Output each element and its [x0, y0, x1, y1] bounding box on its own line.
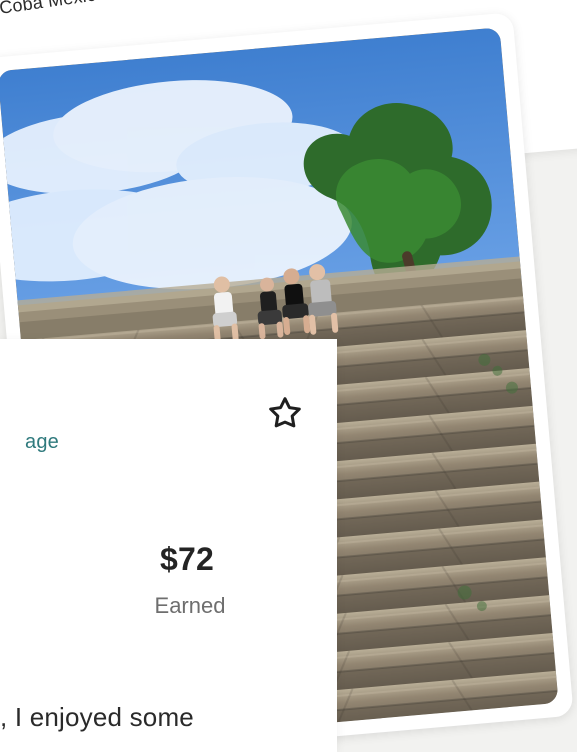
favorite-button[interactable] [262, 393, 308, 439]
earned-amount: $72 [160, 541, 214, 577]
star-outline-icon [265, 394, 305, 439]
review-text-snippet: , I enjoyed some [0, 702, 194, 732]
language-link[interactable]: age [25, 431, 59, 454]
screenshot-scene: Coba Mexico age $72 Earned , I enjoyed s… [0, 0, 577, 752]
earned-label: Earned [154, 593, 226, 618]
